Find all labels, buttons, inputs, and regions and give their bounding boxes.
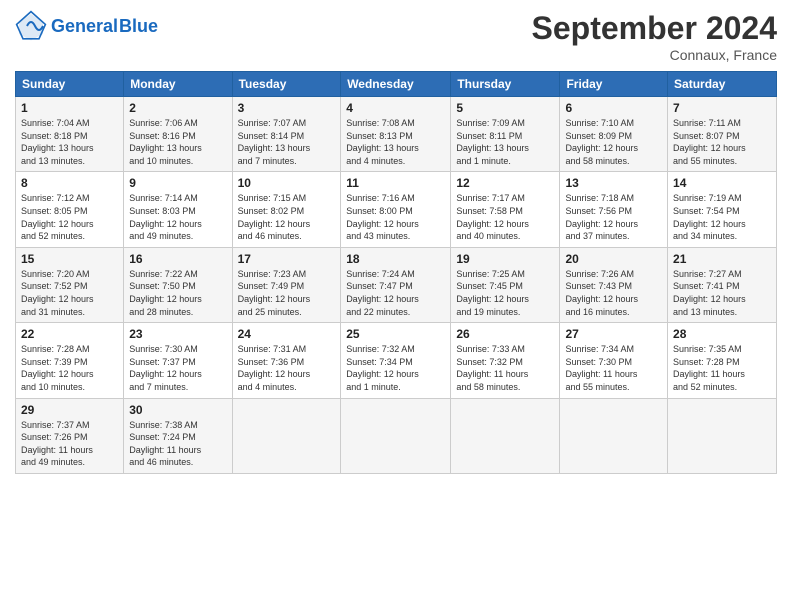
col-monday: Monday bbox=[124, 72, 232, 97]
day-28: 28 Sunrise: 7:35 AMSunset: 7:28 PMDaylig… bbox=[668, 323, 777, 398]
day-19: 19 Sunrise: 7:25 AMSunset: 7:45 PMDaylig… bbox=[451, 247, 560, 322]
day-4: 4 Sunrise: 7:08 AMSunset: 8:13 PMDayligh… bbox=[341, 97, 451, 172]
day-18: 18 Sunrise: 7:24 AMSunset: 7:47 PMDaylig… bbox=[341, 247, 451, 322]
col-friday: Friday bbox=[560, 72, 668, 97]
logo-blue: Blue bbox=[119, 16, 158, 37]
logo-icon bbox=[15, 10, 47, 42]
day-30: 30 Sunrise: 7:38 AMSunset: 7:24 PMDaylig… bbox=[124, 398, 232, 473]
day-12: 12 Sunrise: 7:17 AMSunset: 7:58 PMDaylig… bbox=[451, 172, 560, 247]
empty-cell-4 bbox=[560, 398, 668, 473]
day-10: 10 Sunrise: 7:15 AMSunset: 8:02 PMDaylig… bbox=[232, 172, 341, 247]
day-26: 26 Sunrise: 7:33 AMSunset: 7:32 PMDaylig… bbox=[451, 323, 560, 398]
day-22: 22 Sunrise: 7:28 AMSunset: 7:39 PMDaylig… bbox=[16, 323, 124, 398]
day-14: 14 Sunrise: 7:19 AMSunset: 7:54 PMDaylig… bbox=[668, 172, 777, 247]
header-row: Sunday Monday Tuesday Wednesday Thursday… bbox=[16, 72, 777, 97]
week-row-1: 1 Sunrise: 7:04 AMSunset: 8:18 PMDayligh… bbox=[16, 97, 777, 172]
empty-cell-2 bbox=[341, 398, 451, 473]
week-row-5: 29 Sunrise: 7:37 AMSunset: 7:26 PMDaylig… bbox=[16, 398, 777, 473]
day-11: 11 Sunrise: 7:16 AMSunset: 8:00 PMDaylig… bbox=[341, 172, 451, 247]
empty-cell-3 bbox=[451, 398, 560, 473]
title-block: September 2024 Connaux, France bbox=[532, 10, 777, 63]
day-25: 25 Sunrise: 7:32 AMSunset: 7:34 PMDaylig… bbox=[341, 323, 451, 398]
day-20: 20 Sunrise: 7:26 AMSunset: 7:43 PMDaylig… bbox=[560, 247, 668, 322]
day-13: 13 Sunrise: 7:18 AMSunset: 7:56 PMDaylig… bbox=[560, 172, 668, 247]
col-thursday: Thursday bbox=[451, 72, 560, 97]
empty-cell-1 bbox=[232, 398, 341, 473]
day-29: 29 Sunrise: 7:37 AMSunset: 7:26 PMDaylig… bbox=[16, 398, 124, 473]
day-24: 24 Sunrise: 7:31 AMSunset: 7:36 PMDaylig… bbox=[232, 323, 341, 398]
calendar-table: Sunday Monday Tuesday Wednesday Thursday… bbox=[15, 71, 777, 474]
day-1: 1 Sunrise: 7:04 AMSunset: 8:18 PMDayligh… bbox=[16, 97, 124, 172]
col-sunday: Sunday bbox=[16, 72, 124, 97]
day-9: 9 Sunrise: 7:14 AMSunset: 8:03 PMDayligh… bbox=[124, 172, 232, 247]
day-8: 8 Sunrise: 7:12 AMSunset: 8:05 PMDayligh… bbox=[16, 172, 124, 247]
col-wednesday: Wednesday bbox=[341, 72, 451, 97]
day-3: 3 Sunrise: 7:07 AMSunset: 8:14 PMDayligh… bbox=[232, 97, 341, 172]
day-5: 5 Sunrise: 7:09 AMSunset: 8:11 PMDayligh… bbox=[451, 97, 560, 172]
col-tuesday: Tuesday bbox=[232, 72, 341, 97]
col-saturday: Saturday bbox=[668, 72, 777, 97]
week-row-4: 22 Sunrise: 7:28 AMSunset: 7:39 PMDaylig… bbox=[16, 323, 777, 398]
logo-general: General bbox=[51, 16, 118, 37]
logo: General Blue bbox=[15, 10, 158, 42]
day-7: 7 Sunrise: 7:11 AMSunset: 8:07 PMDayligh… bbox=[668, 97, 777, 172]
day-23: 23 Sunrise: 7:30 AMSunset: 7:37 PMDaylig… bbox=[124, 323, 232, 398]
day-15: 15 Sunrise: 7:20 AMSunset: 7:52 PMDaylig… bbox=[16, 247, 124, 322]
month-title: September 2024 bbox=[532, 10, 777, 47]
week-row-3: 15 Sunrise: 7:20 AMSunset: 7:52 PMDaylig… bbox=[16, 247, 777, 322]
day-16: 16 Sunrise: 7:22 AMSunset: 7:50 PMDaylig… bbox=[124, 247, 232, 322]
day-21: 21 Sunrise: 7:27 AMSunset: 7:41 PMDaylig… bbox=[668, 247, 777, 322]
day-27: 27 Sunrise: 7:34 AMSunset: 7:30 PMDaylig… bbox=[560, 323, 668, 398]
location: Connaux, France bbox=[532, 47, 777, 63]
header: General Blue September 2024 Connaux, Fra… bbox=[15, 10, 777, 63]
calendar-page: General Blue September 2024 Connaux, Fra… bbox=[0, 0, 792, 612]
week-row-2: 8 Sunrise: 7:12 AMSunset: 8:05 PMDayligh… bbox=[16, 172, 777, 247]
day-17: 17 Sunrise: 7:23 AMSunset: 7:49 PMDaylig… bbox=[232, 247, 341, 322]
day-2: 2 Sunrise: 7:06 AMSunset: 8:16 PMDayligh… bbox=[124, 97, 232, 172]
empty-cell-5 bbox=[668, 398, 777, 473]
day-6: 6 Sunrise: 7:10 AMSunset: 8:09 PMDayligh… bbox=[560, 97, 668, 172]
